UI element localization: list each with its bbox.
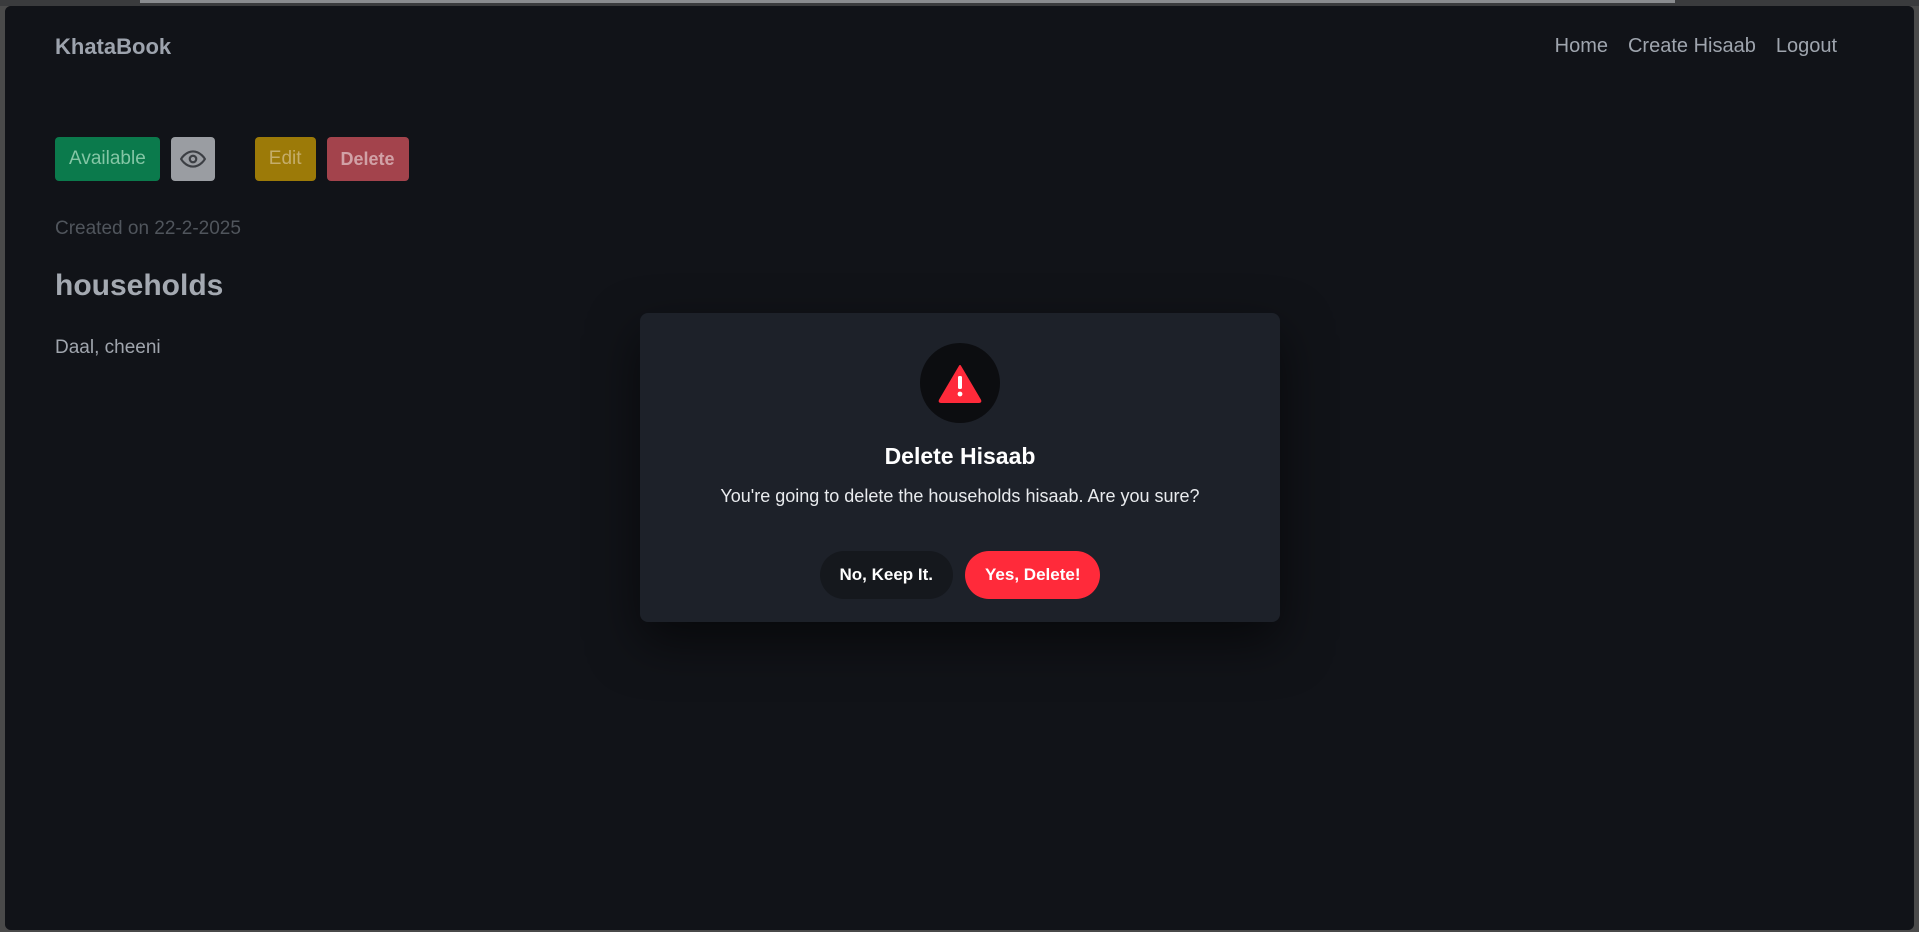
browser-tab-strip [140, 0, 1675, 3]
nav-link-logout[interactable]: Logout [1776, 35, 1837, 58]
page-background: KhataBook Home Create Hisaab Logout Avai… [5, 6, 1914, 930]
modal-message: You're going to delete the households hi… [720, 486, 1200, 506]
available-status-button[interactable]: Available [55, 137, 160, 181]
warning-icon [938, 365, 982, 403]
delete-button[interactable]: Delete [326, 137, 409, 181]
nav-link-home[interactable]: Home [1555, 35, 1608, 58]
hisaab-toolbar: Available Edit Delete [55, 137, 409, 181]
modal-actions: No, Keep It. Yes, Delete! [640, 551, 1280, 599]
modal-title: Delete Hisaab [884, 443, 1036, 469]
hisaab-title: households [55, 269, 224, 302]
edit-button[interactable]: Edit [254, 137, 316, 181]
confirm-delete-button[interactable]: Yes, Delete! [965, 551, 1101, 599]
brand-logo[interactable]: KhataBook [55, 34, 171, 60]
nav-link-create-hisaab[interactable]: Create Hisaab [1628, 35, 1756, 58]
hisaab-description: Daal, cheeni [55, 337, 161, 358]
app-window: KhataBook Home Create Hisaab Logout Avai… [5, 6, 1914, 930]
delete-confirm-modal: Delete Hisaab You're going to delete the… [640, 313, 1280, 622]
navbar: KhataBook Home Create Hisaab Logout [5, 6, 1914, 96]
nav-links: Home Create Hisaab Logout [1555, 35, 1837, 58]
created-date: Created on 22-2-2025 [55, 218, 241, 239]
eye-icon [179, 150, 206, 168]
cancel-button[interactable]: No, Keep It. [819, 551, 954, 599]
view-button[interactable] [170, 137, 215, 181]
warning-icon-container [920, 343, 1000, 423]
